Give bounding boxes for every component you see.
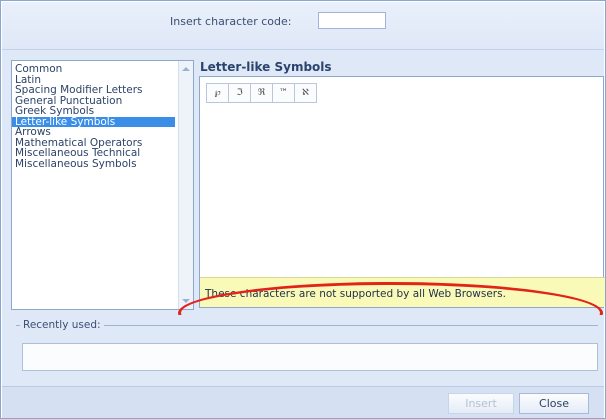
browser-support-note: These characters are not supported by al… bbox=[200, 277, 605, 307]
recently-used-box bbox=[22, 343, 598, 371]
dialog-footer: Insert Close bbox=[2, 386, 604, 418]
symbol-cell[interactable]: ℜ bbox=[250, 83, 273, 103]
category-item[interactable]: Greek Symbols bbox=[12, 106, 175, 117]
symbols-grid-area: ℘ ℑ ℜ ™ ℵ These characters are not suppo… bbox=[199, 76, 605, 308]
category-items: Common Latin Spacing Modifier Letters Ge… bbox=[12, 61, 193, 169]
symbol-cell[interactable]: ℑ bbox=[228, 83, 251, 103]
category-item[interactable]: Common bbox=[12, 64, 175, 75]
main-area: Common Latin Spacing Modifier Letters Ge… bbox=[2, 50, 605, 344]
header-band: Insert character code: bbox=[2, 2, 604, 50]
symbol-cell[interactable]: ℵ bbox=[294, 83, 317, 103]
symbols-panel-title: Letter-like Symbols bbox=[200, 60, 332, 74]
recently-used-area: Recently used: bbox=[2, 315, 604, 386]
special-character-dialog: Insert character code: Common Latin Spac… bbox=[0, 0, 606, 419]
close-button[interactable]: Close bbox=[519, 393, 589, 414]
symbols-panel: Letter-like Symbols ℘ ℑ ℜ ™ ℵ These char… bbox=[199, 60, 605, 310]
category-item[interactable]: Miscellaneous Technical bbox=[12, 148, 175, 159]
category-item[interactable]: Arrows bbox=[12, 127, 175, 138]
category-list[interactable]: Common Latin Spacing Modifier Letters Ge… bbox=[11, 60, 194, 310]
symbol-cell[interactable]: ™ bbox=[272, 83, 295, 103]
category-item[interactable]: Miscellaneous Symbols bbox=[12, 158, 175, 170]
recently-used-label: Recently used: bbox=[20, 319, 104, 331]
symbols-row: ℘ ℑ ℜ ™ ℵ bbox=[206, 83, 317, 103]
character-code-input[interactable] bbox=[318, 12, 386, 29]
category-item[interactable]: Spacing Modifier Letters bbox=[12, 85, 175, 96]
scroll-up-arrow-icon[interactable] bbox=[182, 67, 190, 71]
recently-used-fieldset: Recently used: bbox=[16, 319, 598, 380]
scroll-down-arrow-icon[interactable] bbox=[182, 299, 190, 303]
insert-button[interactable]: Insert bbox=[448, 393, 514, 414]
category-scrollbar[interactable] bbox=[178, 61, 193, 309]
symbol-cell[interactable]: ℘ bbox=[206, 83, 229, 103]
character-code-label: Insert character code: bbox=[170, 15, 292, 28]
